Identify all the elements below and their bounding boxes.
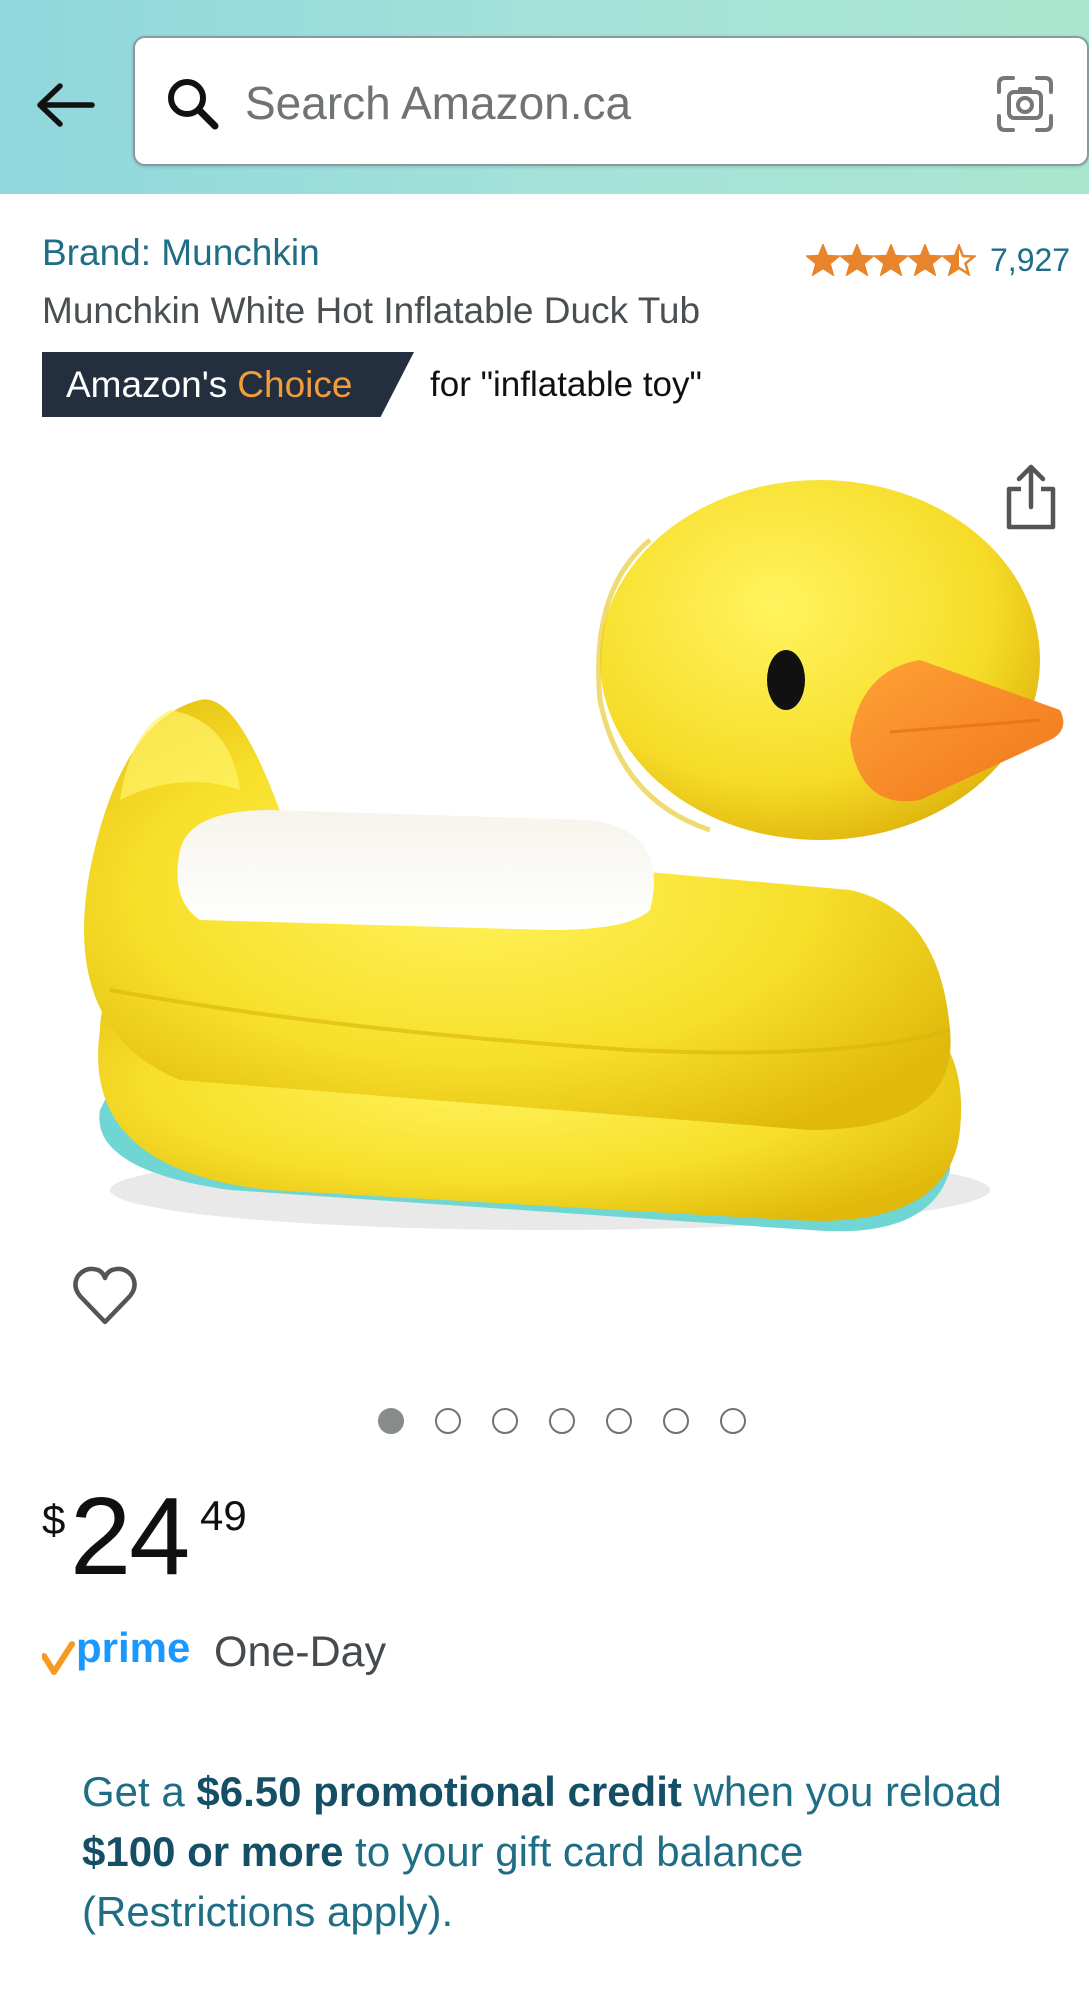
choice-highlight: Choice (237, 363, 353, 405)
price-whole: 24 (70, 1475, 190, 1598)
camera-icon[interactable] (993, 72, 1057, 136)
star-icon (840, 244, 874, 276)
price-symbol: $ (42, 1496, 66, 1543)
back-button[interactable] (30, 72, 100, 138)
search-bar[interactable] (133, 36, 1089, 166)
prime-delivery: prime One-Day (42, 1622, 386, 1682)
promo-threshold: $100 or more (82, 1828, 344, 1875)
choice-context: for "inflatable toy" (430, 364, 702, 404)
image-carousel-dots (378, 1408, 746, 1434)
star-icon (874, 244, 908, 276)
share-button[interactable] (1003, 463, 1059, 533)
star-rating (806, 244, 976, 276)
carousel-dot[interactable] (549, 1408, 575, 1434)
carousel-dot[interactable] (435, 1408, 461, 1434)
brand-link[interactable]: Brand: Munchkin (42, 232, 320, 274)
svg-text:prime: prime (76, 1624, 190, 1671)
search-icon (168, 79, 219, 130)
carousel-dot[interactable] (606, 1408, 632, 1434)
promo-credit: $6.50 promotional credit (196, 1768, 682, 1815)
delivery-speed: One-Day (214, 1627, 387, 1676)
star-icon (942, 244, 976, 276)
back-arrow-icon (37, 83, 95, 127)
star-icon (806, 244, 840, 276)
carousel-dot[interactable] (663, 1408, 689, 1434)
search-input[interactable] (245, 68, 985, 138)
choice-badge-label: Amazon's Choice (42, 352, 414, 417)
review-count: 7,927 (990, 241, 1071, 278)
heart-icon (73, 1266, 137, 1325)
promo-text-2: when you reload (681, 1768, 1002, 1815)
gift-card-promo[interactable]: Get a $6.50 promotional credit when you … (82, 1762, 1042, 1942)
amazons-choice-badge: Amazon's Choice for "inflatable toy" (42, 352, 702, 417)
carousel-dot[interactable] (378, 1408, 404, 1434)
product-title: Munchkin White Hot Inflatable Duck Tub (42, 290, 701, 331)
star-icon (908, 244, 942, 276)
product-image[interactable] (30, 470, 1070, 1280)
carousel-dot[interactable] (492, 1408, 518, 1434)
prime-logo: prime (42, 1624, 190, 1675)
share-icon (1006, 464, 1056, 530)
add-to-wishlist-button[interactable] (70, 1264, 140, 1328)
carousel-dot[interactable] (720, 1408, 746, 1434)
price-fraction: 49 (200, 1492, 247, 1539)
header-bar (0, 0, 1089, 194)
rating-summary[interactable]: 7,927 (806, 236, 1070, 284)
prime-check-icon (42, 1641, 75, 1675)
promo-text-1: Get a (82, 1768, 197, 1815)
choice-prefix: Amazon's (66, 363, 228, 405)
